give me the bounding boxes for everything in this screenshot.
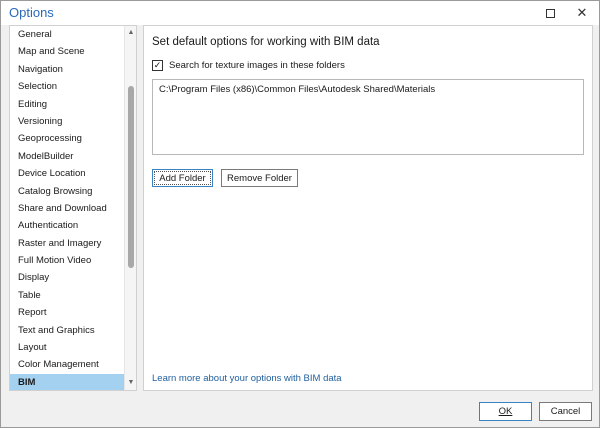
texture-search-checkbox[interactable]: ✓ <box>152 59 163 71</box>
sidebar-item-text-and-graphics[interactable]: Text and Graphics <box>10 322 124 339</box>
sidebar-item-general[interactable]: General <box>10 26 124 43</box>
ok-button[interactable]: OK <box>479 402 532 421</box>
folder-list-item[interactable]: C:\Program Files (x86)\Common Files\Auto… <box>159 84 435 95</box>
sidebar-list: General Map and Scene Navigation Selection E… <box>10 26 124 390</box>
sidebar-item-bim[interactable]: BIM <box>10 373 124 390</box>
sidebar-item-share-and-download[interactable]: Share and Download <box>10 200 124 217</box>
scroll-up-icon[interactable]: ▲ <box>125 27 136 39</box>
sidebar-scrollbar[interactable]: ▲ ▼ <box>124 26 136 390</box>
bim-options-panel: Set default options for working with BIM… <box>143 25 593 391</box>
sidebar-item-editing[interactable]: Editing <box>10 96 124 113</box>
sidebar-item-color-management[interactable]: Color Management <box>10 356 124 373</box>
options-dialog: Options ✕ General Map and Scene Navigation… <box>0 0 600 428</box>
scroll-down-icon[interactable]: ▼ <box>125 377 136 389</box>
sidebar-item-device-location[interactable]: Device Location <box>10 165 124 182</box>
sidebar-item-map-and-scene[interactable]: Map and Scene <box>10 43 124 60</box>
learn-more-link[interactable]: Learn more about your options with BIM d… <box>152 373 342 384</box>
texture-search-label[interactable]: Search for texture images in these folde… <box>169 60 345 71</box>
sidebar-item-authentication[interactable]: Authentication <box>10 217 124 234</box>
sidebar-item-versioning[interactable]: Versioning <box>10 113 124 130</box>
remove-folder-button[interactable]: Remove Folder <box>221 169 298 187</box>
sidebar-item-layout[interactable]: Layout <box>10 339 124 356</box>
sidebar-item-display[interactable]: Display <box>10 269 124 286</box>
texture-search-option[interactable]: ✓ Search for texture images in these fol… <box>152 58 345 72</box>
sidebar-item-modelbuilder[interactable]: ModelBuilder <box>10 148 124 165</box>
add-folder-button[interactable]: Add Folder <box>152 169 213 187</box>
sidebar-item-geoprocessing[interactable]: Geoprocessing <box>10 130 124 147</box>
cancel-button[interactable]: Cancel <box>539 402 592 421</box>
checkmark-icon: ✓ <box>153 59 162 70</box>
scrollbar-thumb[interactable] <box>128 86 134 268</box>
section-heading: Set default options for working with BIM… <box>152 36 380 48</box>
sidebar-item-raster-and-imagery[interactable]: Raster and Imagery <box>10 235 124 252</box>
sidebar-item-full-motion-video[interactable]: Full Motion Video <box>10 252 124 269</box>
options-sidebar: General Map and Scene Navigation Selection E… <box>9 25 137 391</box>
close-button[interactable]: ✕ <box>567 1 597 25</box>
sidebar-item-navigation[interactable]: Navigation <box>10 61 124 78</box>
sidebar-item-catalog-browsing[interactable]: Catalog Browsing <box>10 183 124 200</box>
title-bar: Options ✕ <box>1 1 599 25</box>
maximize-button[interactable] <box>535 1 565 25</box>
maximize-icon <box>545 8 555 18</box>
window-title: Options <box>9 5 54 20</box>
sidebar-item-table[interactable]: Table <box>10 287 124 304</box>
sidebar-item-report[interactable]: Report <box>10 304 124 321</box>
texture-folder-list[interactable]: C:\Program Files (x86)\Common Files\Auto… <box>152 79 584 155</box>
ok-button-label: OK <box>498 406 513 417</box>
sidebar-item-selection[interactable]: Selection <box>10 78 124 95</box>
close-icon: ✕ <box>576 5 588 20</box>
